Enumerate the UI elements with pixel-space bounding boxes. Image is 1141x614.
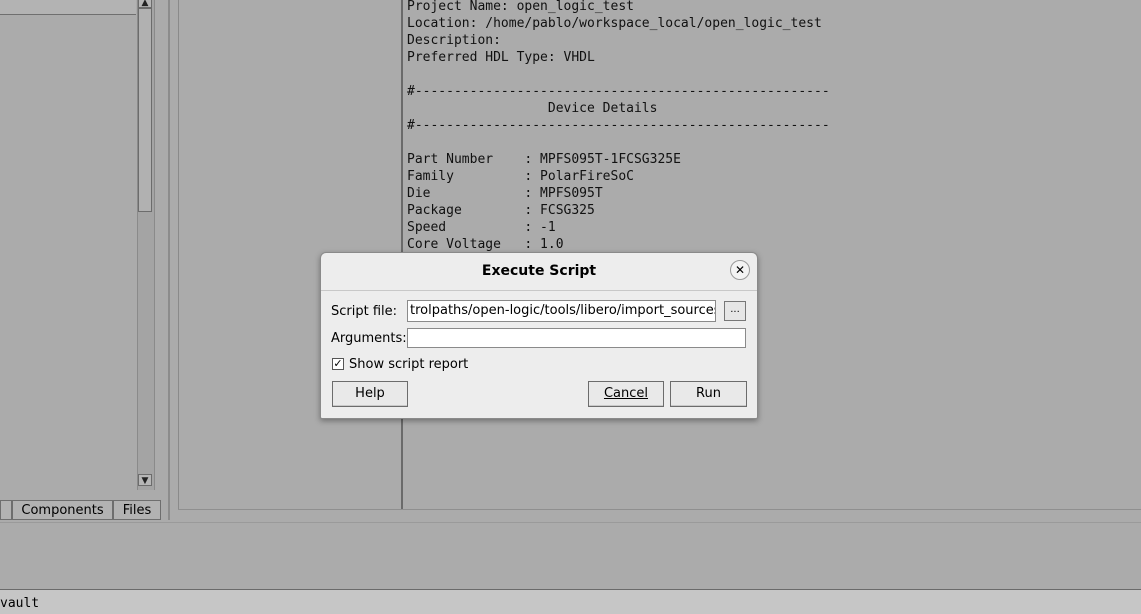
tab-files[interactable]: Files: [113, 500, 161, 520]
dialog-title: Execute Script: [481, 263, 597, 279]
panel-splitter[interactable]: [168, 0, 170, 520]
script-file-input[interactable]: trolpaths/open-logic/tools/libero/import…: [407, 300, 716, 322]
list-header: [0, 0, 136, 15]
scroll-up-icon[interactable]: ▲: [138, 0, 152, 8]
script-file-label: Script file:: [331, 304, 398, 319]
run-button[interactable]: Run: [670, 381, 747, 407]
scroll-down-icon[interactable]: ▼: [138, 474, 152, 486]
log-line: #---------------------------------------…: [407, 118, 830, 133]
show-report-checkbox[interactable]: ✓: [332, 358, 344, 370]
cancel-button[interactable]: Cancel: [588, 381, 664, 407]
title-separator: [321, 290, 757, 291]
execute-script-dialog: Execute Script ✕ Script file: trolpaths/…: [320, 252, 758, 419]
tab-components[interactable]: Components: [12, 500, 113, 520]
log-line: Speed : -1: [407, 220, 556, 235]
arguments-input[interactable]: [407, 328, 746, 348]
bottom-panel: [0, 522, 1141, 589]
log-line: Package : FCSG325: [407, 203, 595, 218]
help-button[interactable]: Help: [332, 381, 408, 407]
divider: [178, 509, 1141, 510]
status-text: vault: [0, 596, 40, 611]
log-line: Die : MPFS095T: [407, 186, 603, 201]
log-line: Device Details: [407, 101, 658, 116]
log-line: Part Number : MPFS095T-1FCSG325E: [407, 152, 681, 167]
log-line: Project Name: open_logic_test: [407, 0, 634, 14]
close-icon[interactable]: ✕: [730, 260, 750, 280]
arguments-label: Arguments:: [331, 331, 407, 346]
log-line: Core Voltage : 1.0: [407, 237, 564, 252]
log-line: Description:: [407, 33, 501, 48]
log-line: Preferred HDL Type: VHDL: [407, 50, 595, 65]
browse-button[interactable]: ...: [724, 301, 746, 321]
scrollbar-thumb[interactable]: [138, 8, 152, 212]
show-report-label[interactable]: Show script report: [349, 357, 468, 372]
log-line: Location: /home/pablo/workspace_local/op…: [407, 16, 822, 31]
log-line: #---------------------------------------…: [407, 84, 830, 99]
tab-hierarchy[interactable]: [0, 500, 12, 520]
status-bar: [0, 589, 1141, 614]
log-line: Family : PolarFireSoC: [407, 169, 634, 184]
design-hierarchy-list[interactable]: [0, 0, 138, 490]
